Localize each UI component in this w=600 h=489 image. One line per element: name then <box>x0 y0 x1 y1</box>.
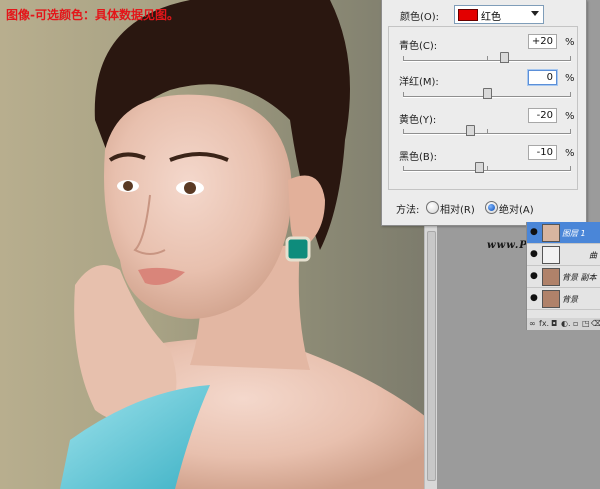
layer-thumbnail <box>542 290 560 308</box>
selective-color-dialog: 颜色(O): 红色 青色(C): +20 % 洋红(M): 0 % 黄色(Y):… <box>381 0 587 226</box>
yellow-input[interactable]: -20 <box>528 108 557 123</box>
layer-row-2[interactable]: ● 曲 <box>527 244 600 266</box>
cyan-percent: % <box>565 37 575 48</box>
slider-group: 青色(C): +20 % 洋红(M): 0 % 黄色(Y): -20 % 黑色(… <box>388 26 578 190</box>
layer-style-icon[interactable]: fx. <box>539 319 549 328</box>
delete-layer-icon[interactable]: ⌫ <box>591 319 600 328</box>
slider-label-magenta: 洋红(M): <box>399 77 439 88</box>
dropdown-arrow-icon <box>531 11 539 16</box>
layer-name: 图层 1 <box>562 229 586 238</box>
layer-row-4[interactable]: ● 背景 <box>527 288 600 310</box>
magenta-percent: % <box>565 73 575 84</box>
magenta-input[interactable]: 0 <box>528 70 557 85</box>
layer-name: 背景 <box>562 295 578 304</box>
layers-panel: ● 图层 1 ● 曲 ● 背景 副本 ● 背景 ∞ fx. ◘ ◐. ▫ ◳ ⌫ <box>526 222 600 330</box>
layer-row-3[interactable]: ● 背景 副本 <box>527 266 600 288</box>
eye-icon[interactable]: ● <box>530 249 538 259</box>
colors-select-value: 红色 <box>481 12 501 23</box>
black-input[interactable]: -10 <box>528 145 557 160</box>
new-layer-icon[interactable]: ◳ <box>582 319 590 328</box>
link-layers-icon[interactable]: ∞ <box>529 319 536 328</box>
absolute-radio-label[interactable]: 绝对(A) <box>499 201 534 216</box>
layer-name: 曲 <box>589 251 597 260</box>
black-slider-track[interactable] <box>403 162 571 173</box>
slider-label-yellow: 黄色(Y): <box>399 115 437 126</box>
group-icon[interactable]: ▫ <box>573 319 578 328</box>
slider-label-black: 黑色(B): <box>399 152 438 163</box>
eye-icon[interactable]: ● <box>530 271 538 281</box>
layer-thumbnail <box>542 224 560 242</box>
method-label: 方法: <box>396 205 420 216</box>
cyan-input[interactable]: +20 <box>528 34 557 49</box>
layer-mask-icon[interactable]: ◘ <box>551 319 557 328</box>
scrollbar-thumb[interactable] <box>427 231 436 481</box>
yellow-slider-track[interactable] <box>403 125 571 136</box>
color-swatch <box>458 9 478 21</box>
vertical-scrollbar[interactable] <box>424 225 437 489</box>
layer-name: 背景 副本 <box>562 273 597 282</box>
curves-thumbnail <box>542 246 560 264</box>
layer-row-1[interactable]: ● 图层 1 <box>527 222 600 244</box>
relative-radio-label[interactable]: 相对(R) <box>440 201 475 216</box>
black-percent: % <box>565 148 575 159</box>
cyan-slider-track[interactable] <box>403 52 571 63</box>
magenta-slider-track[interactable] <box>403 88 571 99</box>
photo-canvas: 图像-可选颜色：具体数据见图。 <box>0 0 430 489</box>
eye-icon[interactable]: ● <box>530 293 538 303</box>
absolute-radio[interactable] <box>485 201 498 214</box>
eye-icon[interactable]: ● <box>530 227 538 237</box>
adjustment-layer-icon[interactable]: ◐. <box>561 319 571 328</box>
colors-label: 颜色(O): <box>400 12 440 23</box>
layer-thumbnail <box>542 268 560 286</box>
slider-label-cyan: 青色(C): <box>399 41 438 52</box>
yellow-percent: % <box>565 111 575 122</box>
colors-select[interactable]: 红色 <box>454 5 544 24</box>
layers-footer-toolbar: ∞ fx. ◘ ◐. ▫ ◳ ⌫ <box>527 318 600 330</box>
relative-radio[interactable] <box>426 201 439 214</box>
instruction-caption: 图像-可选颜色：具体数据见图。 <box>6 8 179 22</box>
portrait-image <box>60 0 430 489</box>
